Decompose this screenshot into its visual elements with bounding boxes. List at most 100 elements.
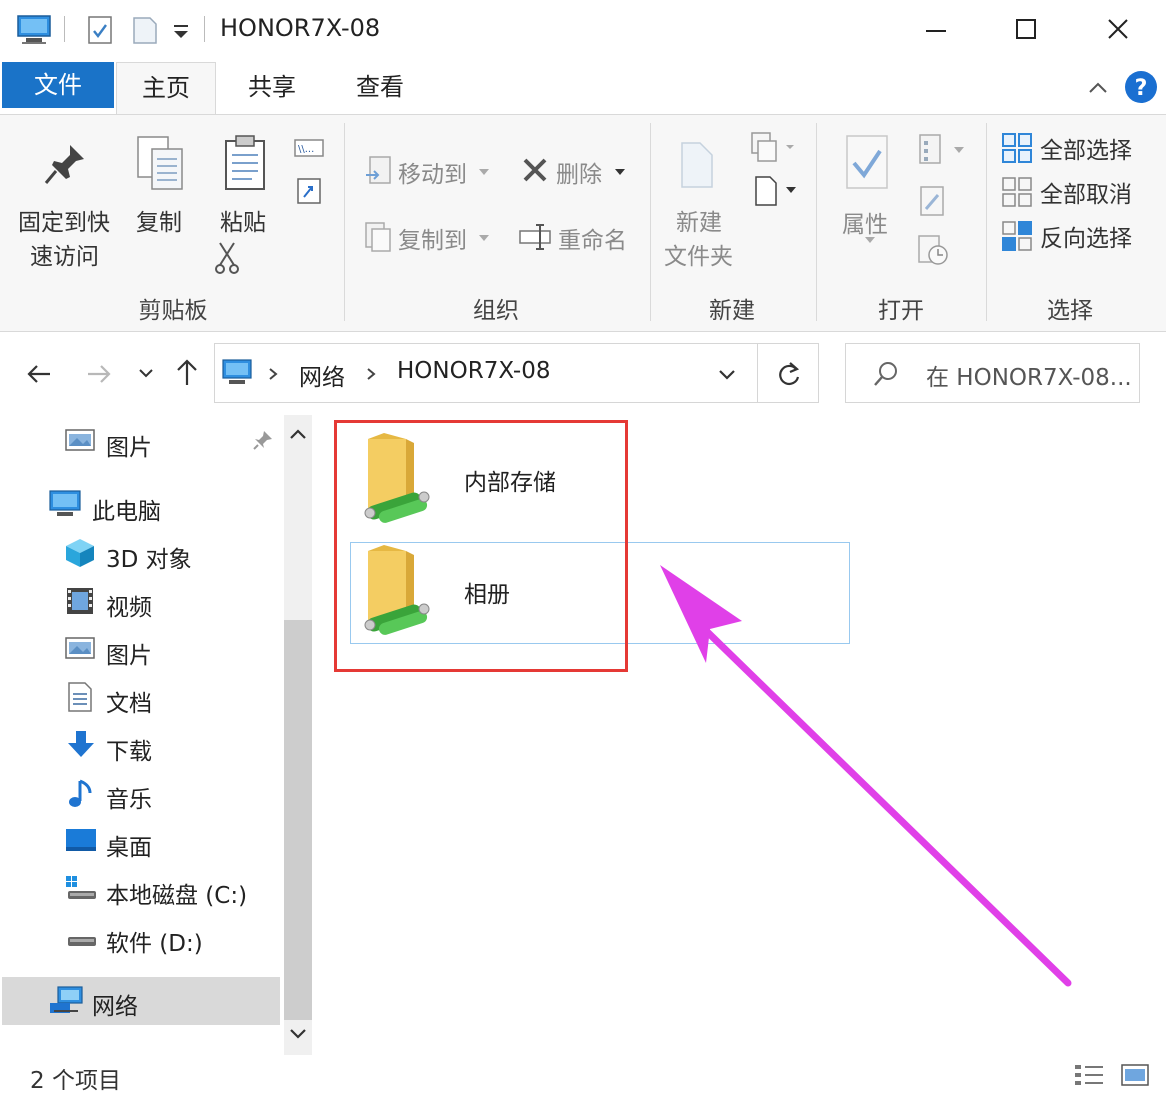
breadcrumb-separator-icon[interactable] xyxy=(365,366,377,382)
pin-quick-access-label-1[interactable]: 固定到快 xyxy=(18,203,110,237)
paste-label[interactable]: 粘贴 xyxy=(220,203,266,237)
history-icon[interactable] xyxy=(916,233,950,267)
breadcrumb-device[interactable]: HONOR7X-08 xyxy=(397,358,551,384)
invert-selection-label[interactable]: 反向选择 xyxy=(1040,219,1132,253)
delete-dropdown-icon[interactable] xyxy=(614,167,626,177)
properties-dropdown-icon[interactable] xyxy=(864,235,876,245)
address-bar[interactable]: 网络 HONOR7X-08 xyxy=(214,343,758,403)
3d-objects-icon xyxy=(64,537,96,569)
new-folder-label-2[interactable]: 文件夹 xyxy=(664,237,733,271)
properties-quick-icon[interactable] xyxy=(86,14,114,46)
new-item-icon[interactable] xyxy=(748,131,798,165)
edit-icon[interactable] xyxy=(918,185,948,217)
item-count: 2 个项目 xyxy=(30,1068,121,1094)
group-label-organize: 组织 xyxy=(473,298,519,324)
minimize-button[interactable] xyxy=(906,8,966,52)
customize-quick-access-icon[interactable] xyxy=(170,22,192,42)
copy-to-label[interactable]: 复制到 xyxy=(398,221,467,255)
nav-item-pictures[interactable]: 图片 xyxy=(0,627,280,671)
pin-icon[interactable] xyxy=(252,429,274,451)
nav-item-desktop[interactable]: 桌面 xyxy=(0,819,280,863)
nav-item-local-disk-c[interactable]: 本地磁盘 (C:) xyxy=(0,867,280,911)
easy-access-icon[interactable] xyxy=(750,173,800,207)
delete-icon[interactable] xyxy=(520,155,550,185)
new-folder-icon[interactable] xyxy=(678,137,718,191)
copy-to-dropdown-icon[interactable] xyxy=(478,233,490,243)
drive-icon xyxy=(64,921,98,951)
breadcrumb-separator-icon[interactable] xyxy=(267,366,279,382)
cut-icon[interactable] xyxy=(214,241,240,275)
recent-locations-icon[interactable] xyxy=(136,365,156,381)
address-dropdown-icon[interactable] xyxy=(715,364,739,384)
select-none-icon[interactable] xyxy=(1000,175,1034,209)
close-button[interactable] xyxy=(1088,8,1148,52)
paste-shortcut-icon[interactable] xyxy=(296,175,322,205)
select-none-label[interactable]: 全部取消 xyxy=(1040,175,1132,209)
copy-path-icon[interactable]: \\... xyxy=(294,137,324,159)
scroll-down-icon[interactable] xyxy=(286,1024,310,1044)
move-to-dropdown-icon[interactable] xyxy=(478,167,490,177)
search-icon xyxy=(872,360,900,388)
pin-icon[interactable] xyxy=(40,139,92,189)
nav-item-3d-objects[interactable]: 3D 对象 xyxy=(0,531,280,575)
nav-item-pictures-quick[interactable]: 图片 xyxy=(0,419,280,463)
refresh-button[interactable] xyxy=(757,343,819,403)
nav-item-network[interactable]: 网络 xyxy=(2,977,280,1025)
properties-icon[interactable] xyxy=(844,133,890,193)
back-icon[interactable] xyxy=(24,359,54,389)
nav-scrollbar-thumb[interactable] xyxy=(284,620,312,1020)
maximize-button[interactable] xyxy=(996,8,1056,52)
invert-selection-icon[interactable] xyxy=(1000,219,1034,253)
help-icon[interactable]: ? xyxy=(1124,70,1158,104)
forward-icon[interactable] xyxy=(84,359,114,389)
copy-label[interactable]: 复制 xyxy=(136,203,182,237)
navigation-pane: 图片 此电脑 3D 对象 视频 图片 文档 下载 音乐 桌面 本地磁盘 (C:)… xyxy=(0,415,314,1055)
pin-quick-access-label-2[interactable]: 速访问 xyxy=(30,237,99,271)
scroll-up-icon[interactable] xyxy=(286,424,310,444)
open-icon[interactable] xyxy=(916,133,968,167)
status-bar: 2 个项目 xyxy=(0,1055,1166,1100)
pictures-icon xyxy=(64,425,96,455)
search-box[interactable]: 在 HONOR7X-08... xyxy=(845,343,1140,403)
collapse-ribbon-icon[interactable] xyxy=(1084,76,1112,100)
tab-view[interactable]: 查看 xyxy=(330,62,430,114)
ribbon-separator xyxy=(650,123,651,321)
up-icon[interactable] xyxy=(172,357,202,389)
title-separator xyxy=(204,16,205,42)
details-view-icon[interactable] xyxy=(1072,1061,1106,1089)
move-to-label[interactable]: 移动到 xyxy=(398,155,467,189)
breadcrumb-network[interactable]: 网络 xyxy=(299,358,345,392)
title-bar: HONOR7X-08 xyxy=(0,0,1166,62)
delete-label[interactable]: 删除 xyxy=(556,155,602,189)
nav-item-videos[interactable]: 视频 xyxy=(0,579,280,623)
copy-icon[interactable] xyxy=(134,133,188,193)
svg-text:\\...: \\... xyxy=(298,144,314,155)
file-list: 内部存储 相册 xyxy=(314,415,1166,1055)
music-icon xyxy=(66,777,96,809)
ribbon-separator xyxy=(816,123,817,321)
documents-icon xyxy=(66,681,94,713)
group-label-open: 打开 xyxy=(878,298,924,324)
paste-icon[interactable] xyxy=(222,133,268,193)
copy-to-icon[interactable] xyxy=(364,221,392,253)
properties-label[interactable]: 属性 xyxy=(842,205,888,239)
new-folder-quick-icon[interactable] xyxy=(130,14,160,46)
tab-home[interactable]: 主页 xyxy=(116,62,216,116)
move-to-icon[interactable] xyxy=(364,155,392,187)
select-all-icon[interactable] xyxy=(1000,131,1034,165)
search-placeholder[interactable]: 在 HONOR7X-08... xyxy=(926,358,1132,392)
nav-item-drive-d[interactable]: 软件 (D:) xyxy=(0,915,280,959)
select-all-label[interactable]: 全部选择 xyxy=(1040,131,1132,165)
nav-item-downloads[interactable]: 下载 xyxy=(0,723,280,767)
nav-item-this-pc[interactable]: 此电脑 xyxy=(0,483,280,527)
tab-share[interactable]: 共享 xyxy=(222,62,322,114)
rename-icon[interactable] xyxy=(518,221,552,253)
pictures-icon xyxy=(64,633,96,663)
rename-label[interactable]: 重命名 xyxy=(558,221,627,255)
tab-file[interactable]: 文件 xyxy=(2,62,114,108)
nav-item-documents[interactable]: 文档 xyxy=(0,675,280,719)
large-icons-view-icon[interactable] xyxy=(1120,1061,1150,1089)
new-folder-label-1[interactable]: 新建 xyxy=(676,203,722,237)
this-pc-icon[interactable] xyxy=(16,14,52,46)
nav-item-music[interactable]: 音乐 xyxy=(0,771,280,815)
